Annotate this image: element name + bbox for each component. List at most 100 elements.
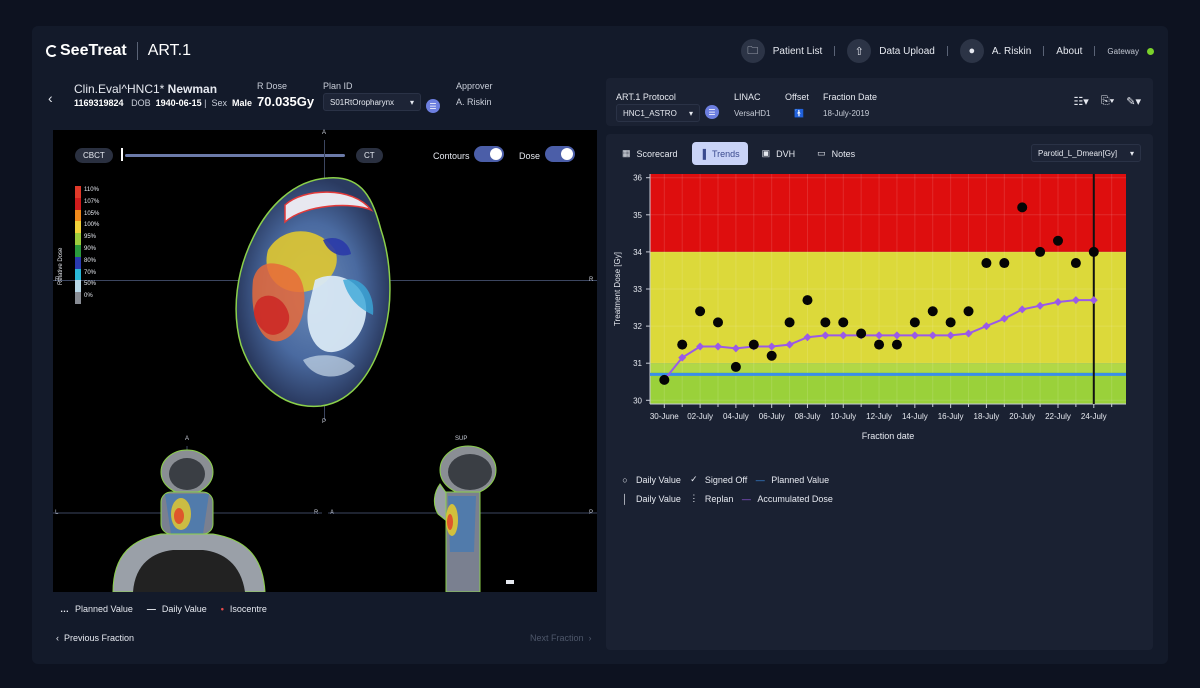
tab-scorecard[interactable]: ▦ Scorecard [614, 142, 686, 165]
legend-daily-value: ○ Daily Value [620, 475, 681, 485]
user-menu[interactable]: ● A. Riskin [948, 39, 1043, 63]
y-tick-label: 36 [633, 174, 642, 183]
daily-value-point [713, 317, 723, 328]
previous-fraction-button[interactable]: ‹ Previous Fraction [56, 633, 134, 643]
tab-dvh[interactable]: ▣ DVH [754, 142, 804, 165]
x-axis-label: Fraction date [862, 431, 915, 441]
axial-view[interactable]: CBCT CT Contours Dose A P R R 110% 107% 10… [53, 130, 597, 430]
previous-fraction-label: Previous Fraction [64, 633, 135, 643]
document-icon[interactable]: ☰ [705, 105, 719, 119]
plan-select[interactable]: S01RtOropharynx ▾ [323, 93, 421, 111]
daily-value-point [909, 317, 920, 328]
x-tick-label: 18-July [974, 412, 1000, 421]
sex-value: Male [232, 98, 253, 108]
y-tick-label: 30 [633, 396, 642, 405]
tab-trends[interactable]: ▐ Trends [691, 142, 748, 165]
daily-value-point [1053, 235, 1063, 246]
daily-value-point [766, 350, 777, 361]
tab-notes[interactable]: ▭ Notes [809, 142, 863, 165]
coronal-view[interactable]: A L R [53, 434, 322, 592]
daily-value-point [945, 317, 956, 328]
approver-block: Approver A. Riskin [456, 81, 493, 107]
coronal-dose-image [53, 446, 322, 592]
tab-label: Notes [831, 148, 856, 159]
daily-value-point [784, 317, 795, 328]
vertical-dots-icon: ⋮ [689, 493, 699, 503]
protocol-select[interactable]: HNC1_ASTRO ▾ [616, 104, 700, 122]
metric-value: Parotid_L_Dmean[Gy] [1038, 148, 1118, 158]
linac-label: LINAC [734, 92, 761, 102]
chevron-down-icon: ▾ [409, 97, 414, 107]
upload-icon: ⇧ [847, 39, 872, 63]
plan-label: Plan ID [323, 81, 353, 91]
blue-line-icon: — [755, 474, 765, 485]
fraction-info-panel: ART.1 Protocol HNC1_ASTRO ▾ ☰ LINAC Vers… [606, 78, 1153, 126]
offset-label: Offset [785, 92, 809, 102]
fraction-date-label: Fraction Date [823, 92, 878, 102]
daily-value-point [981, 258, 992, 269]
image-icon: ▣ [761, 148, 771, 158]
daily-value-point [1088, 246, 1099, 257]
about-link[interactable]: About [1044, 46, 1094, 57]
sagittal-dose-image [328, 445, 597, 592]
main-nav: 🗀 Patient List ⇧ Data Upload ● A. Riskin… [729, 39, 1154, 63]
daily-value-point [1017, 202, 1028, 213]
legend-daily: — Daily Value [147, 604, 207, 614]
solid-line-icon: — [146, 604, 156, 614]
tab-bar: ▦ Scorecard ▐ Trends ▣ DVH ▭ Notes [614, 142, 863, 165]
signature-icon[interactable]: ✎▾ [1126, 95, 1141, 108]
legend-daily-value-line: │ Daily Value [620, 494, 681, 504]
folder-icon: 🗀 [740, 39, 765, 63]
daily-value-point [802, 295, 813, 306]
gateway-status-dot [1147, 47, 1154, 55]
chevron-right-icon: › [588, 633, 592, 643]
legend-replan: ⋮ Replan [689, 493, 733, 504]
daily-value-point [838, 317, 849, 328]
legend-daily-label: Daily Value [161, 604, 207, 614]
x-tick-label: 30-June [650, 412, 679, 421]
calendar-icon: ▦ [622, 148, 631, 158]
export-icon[interactable]: ⎘▾ [1101, 95, 1114, 108]
daily-value-point [730, 361, 741, 372]
legend-signed-off: ✓ Signed Off [689, 474, 747, 485]
y-tick-label: 34 [633, 248, 642, 257]
dob-value: 1940-06-15 [155, 98, 202, 108]
legend-isocentre: • Isocentre [221, 604, 267, 614]
document-icon[interactable]: ☰ [426, 99, 440, 113]
rdose-label: R Dose [257, 81, 288, 91]
x-tick-label: 20-July [1009, 412, 1035, 421]
dotted-line-icon: … [60, 604, 69, 614]
legend-label: Daily Value [636, 493, 681, 504]
legend-label: Signed Off [704, 474, 748, 485]
daily-value-point [856, 328, 867, 339]
daily-value-point [659, 374, 670, 385]
next-fraction-button[interactable]: Next Fraction › [530, 633, 592, 643]
patient-list-link[interactable]: 🗀 Patient List [729, 39, 834, 63]
logo-icon [46, 45, 58, 57]
chevron-left-icon: ‹ [56, 633, 59, 643]
next-fraction-label: Next Fraction [530, 633, 584, 643]
trend-chart[interactable]: 30 31 32 33 34 35 36 30-June 02-July 04-July 06-Ju… [606, 174, 1153, 504]
approver-label: Approver [456, 81, 493, 91]
open-circle-icon: ○ [622, 474, 628, 485]
legend-label: Planned Value [771, 474, 830, 485]
brand-name: SeeTreat [60, 42, 127, 59]
sex-label: Sex [211, 98, 228, 108]
metric-select[interactable]: Parotid_L_Dmean[Gy] ▾ [1031, 144, 1141, 162]
daily-value-point [999, 258, 1010, 269]
sagittal-view[interactable]: SUP A P [328, 434, 597, 592]
axial-dose-image [235, 177, 391, 408]
daily-value-point [748, 339, 759, 350]
trends-panel: ▦ Scorecard ▐ Trends ▣ DVH ▭ Notes Parotid_L… [606, 134, 1153, 650]
x-tick-label: 24-July [1081, 412, 1107, 421]
x-tick-label: 02-July [687, 412, 713, 421]
x-tick-label: 10-July [830, 412, 856, 421]
gateway-status: Gateway [1095, 47, 1154, 56]
isocentre-dot-icon: • [220, 604, 224, 614]
x-tick-label: 12-July [866, 412, 892, 421]
back-arrow-icon[interactable]: ‹ [48, 90, 53, 106]
report-icon[interactable]: ☷▾ [1073, 95, 1088, 108]
data-upload-link[interactable]: ⇧ Data Upload [835, 39, 947, 63]
person-icon: 🚹 [794, 109, 804, 118]
viewer-legend: … Planned Value — Daily Value • Isocentre [60, 604, 267, 614]
